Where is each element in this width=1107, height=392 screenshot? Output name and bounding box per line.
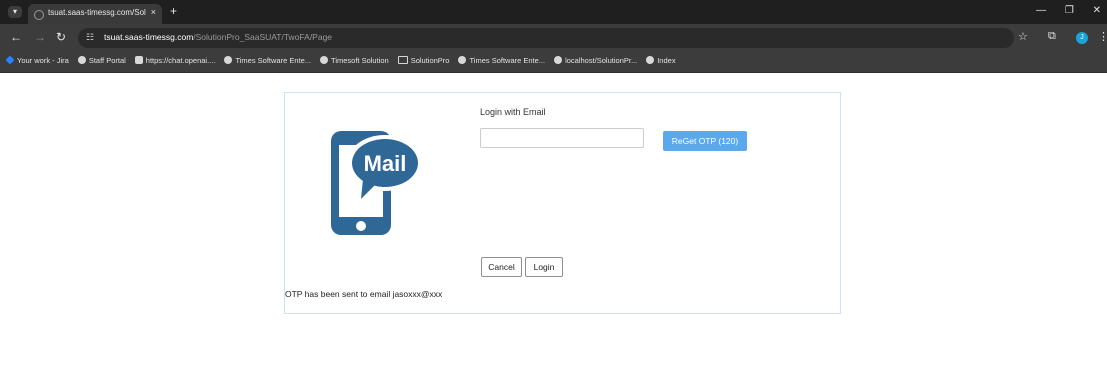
mail-illustration-text: Mail [364,151,407,176]
login-panel: Mail Login with Email ReGet OTP (120) Ca… [284,92,841,314]
window-controls: — ❐ ✕ [1020,5,1101,16]
tab-close-icon[interactable]: × [151,7,156,17]
tab-title: tsuat.saas-timessg.com/Solutio [48,8,146,17]
bookmarks-bar: Your work - Jira Staff Portal https://chat… [0,52,1107,73]
otp-input[interactable] [480,128,644,148]
bookmark-star-icon[interactable]: ☆ [1018,30,1028,43]
bookmark-label: localhost/SolutionPr... [565,56,638,65]
url-host: tsuat.saas-timessg.com [104,32,194,42]
mail-phone-icon: Mail [331,131,423,235]
bookmark-label: Staff Portal [88,56,126,65]
forward-icon[interactable]: → [34,30,46,44]
url-path: /SolutionPro_SaaSUAT/TwoFA/Page [193,32,333,42]
bookmark-item[interactable]: Timesoft Solution [320,56,389,65]
tab-search-icon[interactable]: ▾ [8,6,22,18]
bookmark-item[interactable]: Index [646,56,676,65]
tab-favicon-icon [34,10,44,20]
back-icon[interactable]: ← [10,30,22,44]
menu-kebab-icon[interactable]: ⋮ [1098,30,1107,43]
otp-status-message: OTP has been sent to email jasoxxx@xxx [285,289,443,299]
folder-icon [397,56,408,64]
globe-icon [77,56,86,64]
globe-icon [224,56,233,64]
browser-tab-bar: ▾ tsuat.saas-timessg.com/Solutio × + — ❐… [0,0,1107,24]
profile-avatar-icon[interactable]: J [1076,32,1088,44]
globe-icon [320,56,329,64]
reget-otp-button[interactable]: ReGet OTP (120) [663,131,747,151]
bookmark-label: Index [657,56,676,65]
bookmark-item[interactable]: Times Software Ente... [458,56,545,65]
extensions-icon[interactable]: ⧉ [1048,30,1056,43]
bookmark-item[interactable]: Times Software Ente... [224,56,311,65]
site-info-icon[interactable]: ☷ [86,32,94,43]
bookmark-item[interactable]: Staff Portal [77,56,126,65]
bookmark-item[interactable]: Your work - Jira [5,55,69,65]
bookmark-label: https://chat.openai.... [145,56,216,65]
bookmark-item[interactable]: https://chat.openai.... [134,56,216,65]
url-bar[interactable]: ☷ tsuat.saas-timessg.com/SolutionPro_Saa… [78,28,1014,48]
bookmark-label: Times Software Ente... [235,56,312,65]
minimize-icon[interactable]: — [1036,5,1046,16]
close-window-icon[interactable]: ✕ [1093,5,1101,16]
bookmark-label: SolutionPro [410,56,450,65]
bookmark-item[interactable]: localhost/SolutionPr... [554,56,637,65]
globe-icon [646,56,655,64]
globe-icon [554,56,563,64]
bookmark-item[interactable]: SolutionPro [397,56,450,65]
cancel-button[interactable]: Cancel [481,257,522,277]
bookmark-label: Your work - Jira [17,56,69,65]
globe-icon [458,56,467,64]
browser-tab[interactable]: tsuat.saas-timessg.com/Solutio × [28,4,162,24]
reload-icon[interactable]: ↻ [56,30,66,44]
bookmark-label: Times Software Ente... [469,56,546,65]
bookmark-label: Timesoft Solution [331,56,389,65]
address-bar-row: ← → ↻ ☷ tsuat.saas-timessg.com/SolutionP… [0,24,1107,52]
restore-icon[interactable]: ❐ [1065,5,1074,16]
login-button[interactable]: Login [525,257,563,277]
chatgpt-icon [134,56,143,64]
jira-icon [5,55,15,65]
login-heading: Login with Email [480,107,546,117]
url-text[interactable]: tsuat.saas-timessg.com/SolutionPro_SaaSU… [104,32,332,42]
new-tab-icon[interactable]: + [170,4,177,18]
